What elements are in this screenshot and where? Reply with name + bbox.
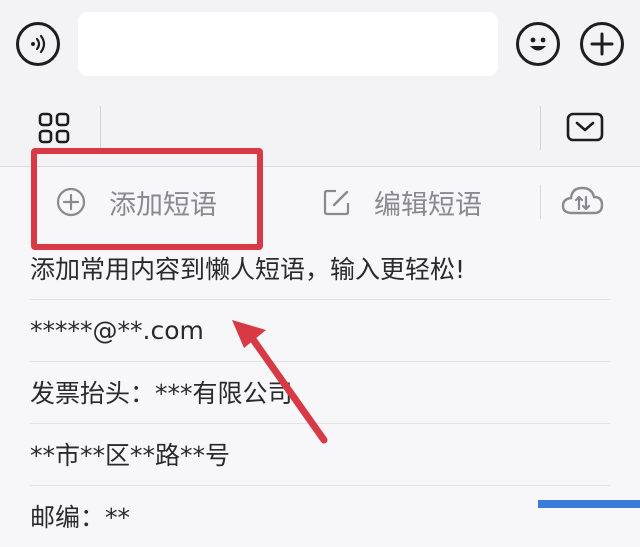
phrase-item[interactable]: 邮编：**: [30, 485, 610, 547]
message-input[interactable]: [78, 12, 498, 76]
action-divider: [540, 185, 541, 219]
voice-input-button[interactable]: [16, 22, 60, 66]
edit-phrase-button[interactable]: 编辑短语: [322, 167, 482, 237]
bottom-strip: [538, 500, 640, 508]
phrase-item[interactable]: *****@**.com: [30, 299, 610, 362]
edit-icon: [323, 189, 350, 216]
more-button[interactable]: [580, 22, 624, 66]
phrase-item[interactable]: **市**区**路**号: [30, 423, 610, 486]
grid-apps-icon[interactable]: [38, 112, 70, 144]
plus-icon: [590, 32, 614, 56]
cloud-sync-button[interactable]: [560, 167, 604, 237]
emoji-icon: [530, 37, 546, 51]
input-bar: [0, 0, 640, 91]
keyboard-collapse-icon[interactable]: [566, 112, 604, 142]
highlight-box: [31, 148, 263, 250]
voice-input-icon: [31, 34, 46, 54]
cloud-sync-icon: [561, 186, 604, 215]
toolbar-divider: [100, 106, 101, 150]
phrase-item[interactable]: 发票抬头：***有限公司: [30, 361, 610, 424]
emoji-button[interactable]: [516, 22, 560, 66]
toolbar-divider: [540, 106, 541, 150]
edit-phrase-label: 编辑短语: [374, 189, 482, 221]
